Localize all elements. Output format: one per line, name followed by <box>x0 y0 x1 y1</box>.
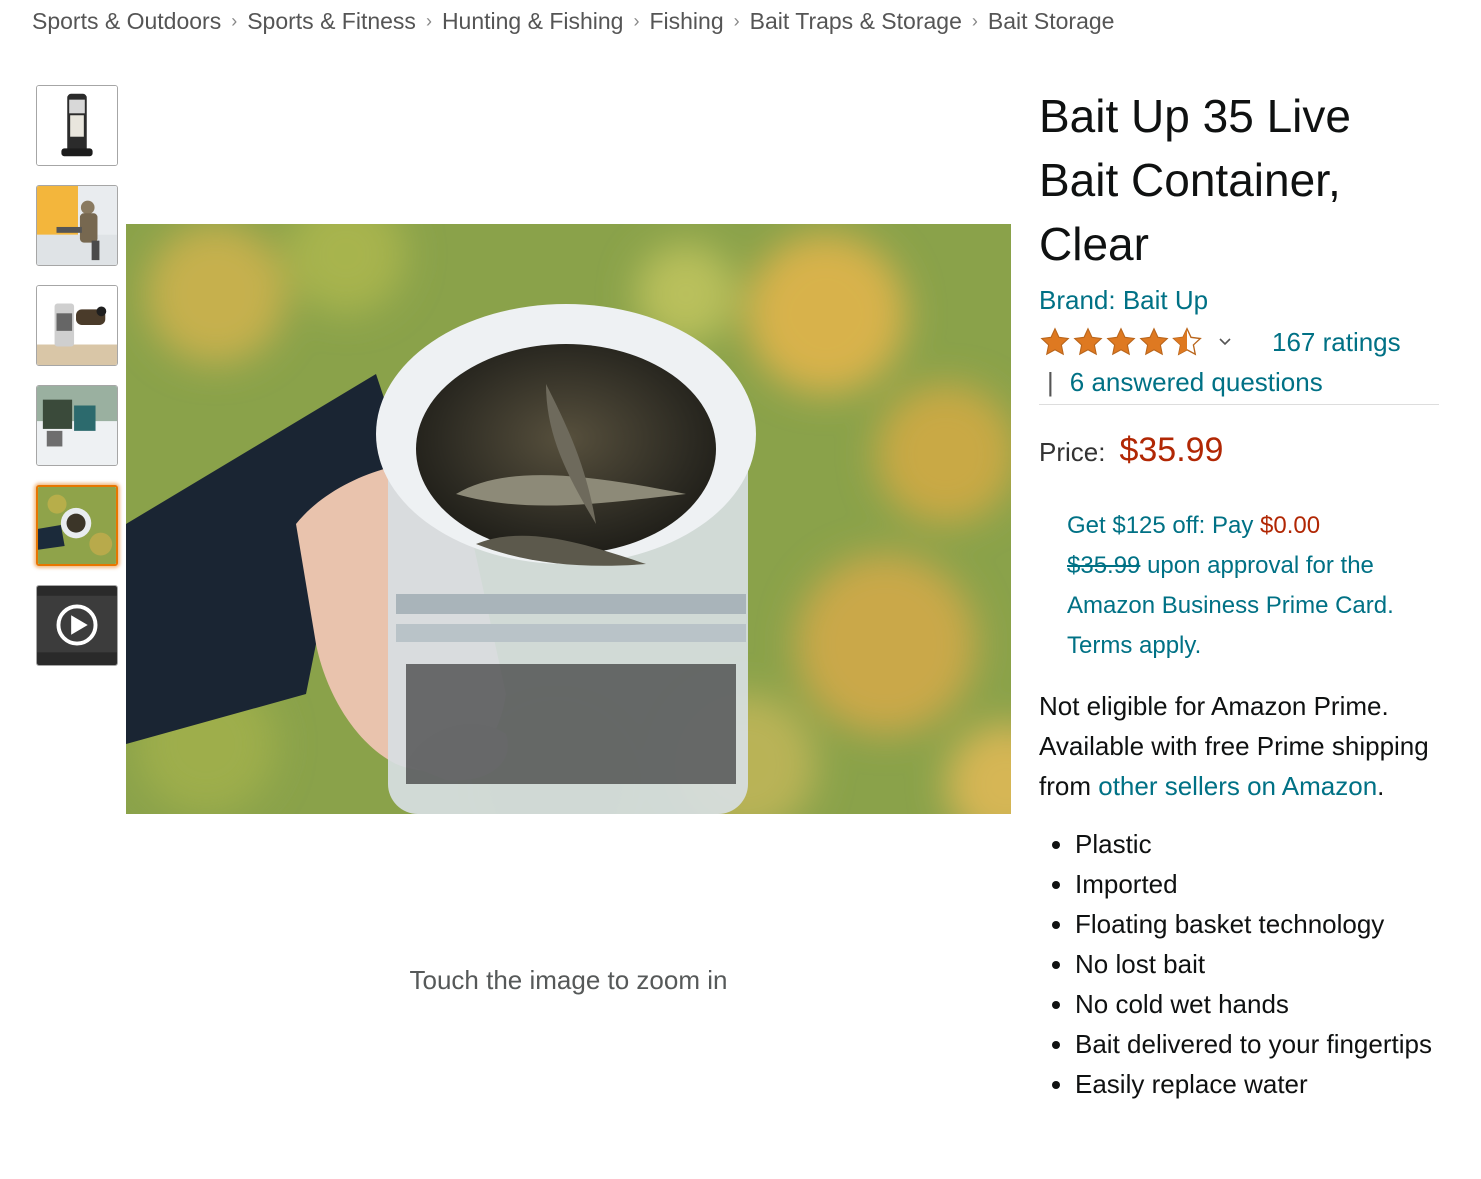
ratings-count-link[interactable]: 167 ratings <box>1272 327 1401 358</box>
feature-item: Imported <box>1075 864 1439 904</box>
breadcrumb: Sports & Outdoors › Sports & Fitness › Hunti… <box>32 8 1114 35</box>
thumbnail-3[interactable] <box>36 285 118 366</box>
breadcrumb-separator: › <box>733 11 740 31</box>
product-photo-image <box>126 224 1011 814</box>
promo-prefix: Get $125 off: Pay <box>1067 512 1261 539</box>
feature-item: No cold wet hands <box>1075 984 1439 1024</box>
chevron-down-icon[interactable] <box>1218 335 1232 349</box>
answered-questions-link[interactable]: 6 answered questions <box>1070 367 1323 397</box>
hand-held-thumb-icon <box>38 487 116 564</box>
promo-pay-amount: $0.00 <box>1260 512 1321 539</box>
star-full-icon <box>1139 327 1169 356</box>
main-product-image[interactable] <box>126 224 1011 814</box>
rating-row: 167 ratings <box>1039 322 1439 362</box>
breadcrumb-hunting-fishing[interactable]: Hunting & Fishing <box>442 8 624 34</box>
breadcrumb-sports-fitness[interactable]: Sports & Fitness <box>247 8 416 34</box>
thumbnail-1[interactable] <box>36 85 118 166</box>
ice-fishing-thumb-icon <box>37 386 117 465</box>
qa-separator: | <box>1047 367 1054 397</box>
answered-questions-row: | 6 answered questions <box>1039 362 1439 405</box>
price-row: Price: $35.99 <box>1039 431 1439 470</box>
product-info: Bait Up 35 Live Bait Container, Clear Br… <box>1039 84 1439 1104</box>
business-card-promo[interactable]: Get $125 off: Pay $0.00 $35.99 upon appr… <box>1067 506 1439 666</box>
brand-link[interactable]: Brand: Bait Up <box>1039 282 1439 318</box>
feature-item: Floating basket technology <box>1075 904 1439 944</box>
breadcrumb-sports-outdoors[interactable]: Sports & Outdoors <box>32 8 221 34</box>
breadcrumb-bait-traps-storage[interactable]: Bait Traps & Storage <box>750 8 962 34</box>
star-half-icon <box>1172 327 1202 356</box>
promo-struck-price: $35.99 <box>1067 552 1141 579</box>
thumbnail-strip <box>36 85 122 685</box>
thumbnail-5[interactable] <box>36 485 118 566</box>
breadcrumb-separator: › <box>971 11 978 31</box>
star-rating[interactable] <box>1039 326 1204 358</box>
other-sellers-link[interactable]: other sellers on Amazon <box>1098 771 1377 801</box>
zoom-hint: Touch the image to zoom in <box>409 965 728 995</box>
product-title: Bait Up 35 Live Bait Container, Clear <box>1039 90 1351 270</box>
breadcrumb-fishing[interactable]: Fishing <box>649 8 723 34</box>
product-thumb-icon <box>37 86 117 165</box>
breadcrumb-separator: › <box>633 11 640 31</box>
feature-item: Bait delivered to your fingertips <box>1075 1024 1439 1064</box>
prime-eligibility-notice: Not eligible for Amazon Prime. Available… <box>1039 686 1439 806</box>
star-full-icon <box>1073 327 1103 356</box>
price-label: Price: <box>1039 437 1106 467</box>
angler-thumb-icon <box>37 186 117 265</box>
thumbnail-video[interactable] <box>36 585 118 666</box>
thumbnail-4[interactable] <box>36 385 118 466</box>
prime-notice-end: . <box>1377 771 1385 801</box>
breadcrumb-bait-storage[interactable]: Bait Storage <box>988 8 1115 34</box>
feature-item: Easily replace water <box>1075 1064 1439 1104</box>
star-full-icon <box>1040 327 1070 356</box>
feature-bullets: Plastic Imported Floating basket technol… <box>1039 824 1439 1104</box>
price-value: $35.99 <box>1119 431 1224 469</box>
breadcrumb-separator: › <box>231 11 238 31</box>
breadcrumb-separator: › <box>425 11 432 31</box>
thumbnail-2[interactable] <box>36 185 118 266</box>
feature-item: No lost bait <box>1075 944 1439 984</box>
star-full-icon <box>1106 327 1136 356</box>
video-play-icon <box>37 586 117 665</box>
container-thumb-icon <box>37 286 117 365</box>
feature-item: Plastic <box>1075 824 1439 864</box>
